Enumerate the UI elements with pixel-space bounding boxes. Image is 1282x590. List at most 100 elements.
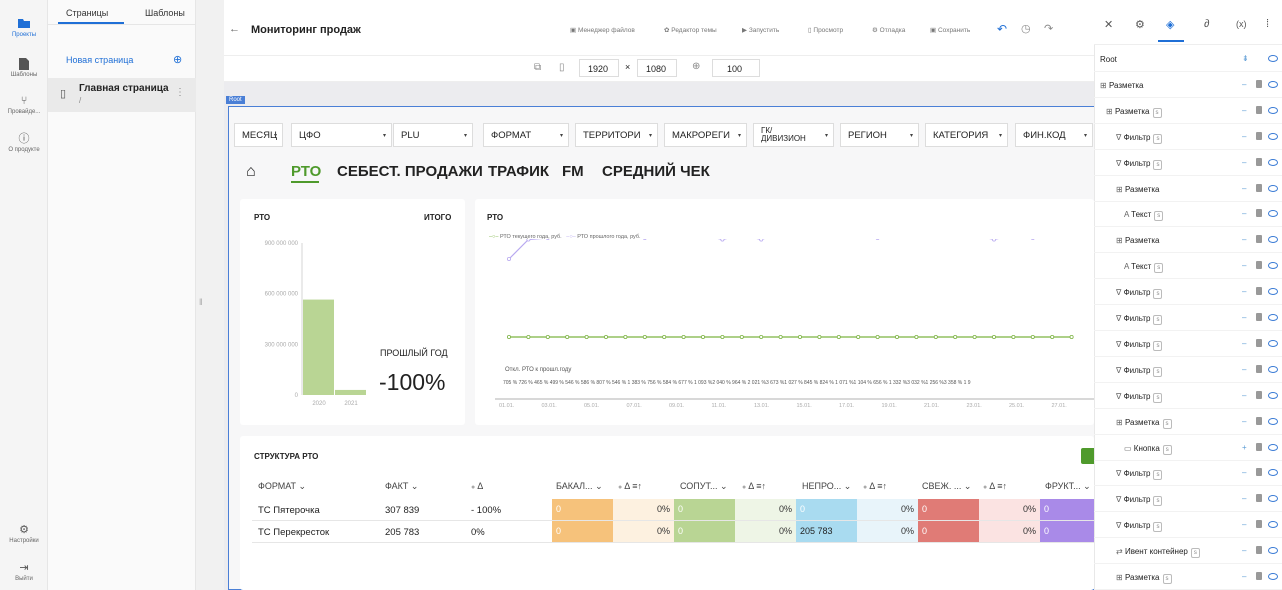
tab-fm[interactable]: FM: [562, 163, 584, 180]
table-header[interactable]: СВЕЖ. ... ⌄: [922, 481, 971, 492]
layer-item[interactable]: ∇ Фильтр s –: [1094, 279, 1282, 306]
variable-icon[interactable]: (x): [1236, 19, 1247, 29]
trash-icon[interactable]: [1256, 79, 1262, 88]
rail-item-about[interactable]: ⓘ О продукте: [0, 133, 48, 153]
collapse-icon[interactable]: –: [1242, 391, 1246, 400]
page-item[interactable]: ▯ Главная страница / ⋮: [48, 78, 196, 112]
gear-icon[interactable]: ⚙: [1135, 18, 1145, 31]
filter-dropdown[interactable]: ЦФО ▾: [291, 123, 392, 147]
table-header[interactable]: ● Δ ≡↑: [863, 481, 887, 491]
trash-icon[interactable]: [1256, 235, 1262, 244]
undo-icon[interactable]: ↶: [997, 22, 1007, 36]
height-input[interactable]: 1080: [637, 59, 677, 77]
tab-avg-check[interactable]: СРЕДНИЙ ЧЕК: [602, 163, 710, 180]
filter-dropdown[interactable]: КАТЕГОРИЯ ▾: [925, 123, 1008, 147]
trash-icon[interactable]: [1256, 105, 1262, 114]
theme-editor-button[interactable]: ✿ Редактор темы: [664, 26, 717, 34]
collapse-icon[interactable]: –: [1242, 158, 1246, 167]
trash-icon[interactable]: [1256, 261, 1262, 270]
filter-dropdown[interactable]: ФИН.КОД ▾: [1015, 123, 1093, 147]
collapse-icon[interactable]: –: [1242, 235, 1246, 244]
eye-icon[interactable]: [1268, 339, 1278, 347]
history-icon[interactable]: ◷: [1021, 22, 1031, 35]
collapse-icon[interactable]: –: [1242, 209, 1246, 218]
new-page-link[interactable]: Новая страница: [66, 55, 133, 65]
table-header[interactable]: ФАКТ ⌄: [385, 481, 418, 492]
trash-icon[interactable]: [1256, 364, 1262, 373]
filter-dropdown[interactable]: ТЕРРИТОРИ ▾: [575, 123, 658, 147]
collapse-icon[interactable]: –: [1242, 546, 1246, 555]
table-header[interactable]: БАКАЛ... ⌄: [556, 481, 603, 492]
run-button[interactable]: ▶ Запустить: [742, 26, 779, 34]
trash-icon[interactable]: [1256, 313, 1262, 321]
trash-icon[interactable]: [1256, 209, 1262, 218]
table-header[interactable]: СОПУТ... ⌄: [680, 481, 728, 492]
table-header[interactable]: ФОРМАТ ⌄: [258, 481, 306, 492]
device-icon[interactable]: ▯: [559, 62, 565, 73]
filter-dropdown[interactable]: PLU ▾: [393, 123, 473, 147]
export-button[interactable]: [1081, 448, 1094, 464]
layer-item[interactable]: ∇ Фильтр s –: [1094, 331, 1282, 357]
eye-icon[interactable]: [1268, 547, 1278, 555]
link-icon[interactable]: ∂: [1204, 18, 1209, 30]
filter-dropdown[interactable]: ГК/ ДИВИЗИОН ▾: [753, 123, 834, 147]
trash-icon[interactable]: [1256, 338, 1262, 347]
filter-dropdown[interactable]: МЕСЯЦ ▾: [234, 123, 283, 147]
trash-icon[interactable]: [1256, 183, 1262, 192]
trash-icon[interactable]: [1256, 390, 1262, 399]
collapse-icon[interactable]: –: [1242, 520, 1246, 529]
collapse-icon[interactable]: –: [1242, 132, 1246, 141]
layers-icon[interactable]: ◈: [1166, 18, 1174, 31]
rail-item-settings[interactable]: ⚙ Настройки: [0, 524, 48, 544]
collapse-icon[interactable]: –: [1242, 261, 1246, 270]
collapse-icon[interactable]: –: [1242, 106, 1246, 115]
eye-icon[interactable]: [1268, 236, 1278, 244]
eye-icon[interactable]: [1268, 80, 1278, 88]
eye-icon[interactable]: [1268, 521, 1278, 529]
trash-icon[interactable]: [1256, 131, 1262, 140]
table-header[interactable]: ФРУКТ... ⌄: [1045, 481, 1091, 492]
filter-dropdown[interactable]: ФОРМАТ ▾: [483, 123, 569, 147]
collapse-icon[interactable]: ⇟: [1242, 54, 1249, 63]
rail-item-projects[interactable]: Проекты: [0, 18, 48, 38]
layer-item[interactable]: ⊞ Разметка –: [1094, 72, 1282, 98]
tab-traffic[interactable]: ТРАФИК: [488, 163, 549, 180]
eye-icon[interactable]: [1268, 391, 1278, 399]
rail-item-logout[interactable]: ⇥ Выйти: [0, 562, 48, 582]
table-header[interactable]: ● Δ ≡↑: [742, 481, 766, 491]
trash-icon[interactable]: [1256, 546, 1262, 555]
home-icon[interactable]: ⌂: [246, 163, 256, 181]
trash-icon[interactable]: [1256, 416, 1262, 425]
trash-icon[interactable]: [1256, 520, 1262, 529]
trash-icon[interactable]: [1256, 287, 1262, 296]
debug-button[interactable]: ⚙ Отладка: [872, 26, 905, 34]
grid-icon[interactable]: ⁞: [1266, 18, 1269, 30]
layer-item[interactable]: ▭ Кнопка s +: [1094, 435, 1282, 461]
panel-divider[interactable]: ‖: [196, 0, 224, 590]
eye-icon[interactable]: [1268, 417, 1278, 425]
rail-item-providers[interactable]: ⑂ Провайдe...: [0, 95, 48, 115]
layer-item[interactable]: ∇ Фильтр s –: [1094, 357, 1282, 383]
collapse-icon[interactable]: –: [1242, 365, 1246, 374]
table-header[interactable]: ● Δ: [471, 481, 483, 491]
table-header[interactable]: ● Δ ≡↑: [983, 481, 1007, 491]
eye-icon[interactable]: [1268, 365, 1278, 373]
collapse-icon[interactable]: –: [1242, 468, 1246, 477]
eye-icon[interactable]: [1268, 288, 1278, 296]
layer-item[interactable]: ∇ Фильтр s –: [1094, 383, 1282, 409]
trash-icon[interactable]: [1256, 468, 1262, 477]
collapse-icon[interactable]: –: [1242, 313, 1246, 322]
rail-item-templates[interactable]: Шаблоны: [0, 58, 48, 78]
filter-dropdown[interactable]: МАКРОРЕГИ ▾: [664, 123, 747, 147]
trash-icon[interactable]: [1256, 494, 1262, 503]
collapse-icon[interactable]: –: [1242, 184, 1246, 193]
table-header[interactable]: ● Δ ≡↑: [618, 481, 642, 491]
layer-item[interactable]: ⊞ Разметка –: [1094, 227, 1282, 254]
trash-icon[interactable]: [1256, 572, 1262, 580]
layer-item[interactable]: ∇ Фильтр s –: [1094, 305, 1282, 331]
page-menu-icon[interactable]: ⋮: [175, 87, 185, 98]
arrow-left-icon[interactable]: ←: [229, 23, 240, 35]
add-icon[interactable]: +: [1242, 443, 1247, 452]
layer-item[interactable]: ⊞ Разметка –: [1094, 176, 1282, 202]
layer-item[interactable]: ⊞ Разметка s –: [1094, 564, 1282, 590]
